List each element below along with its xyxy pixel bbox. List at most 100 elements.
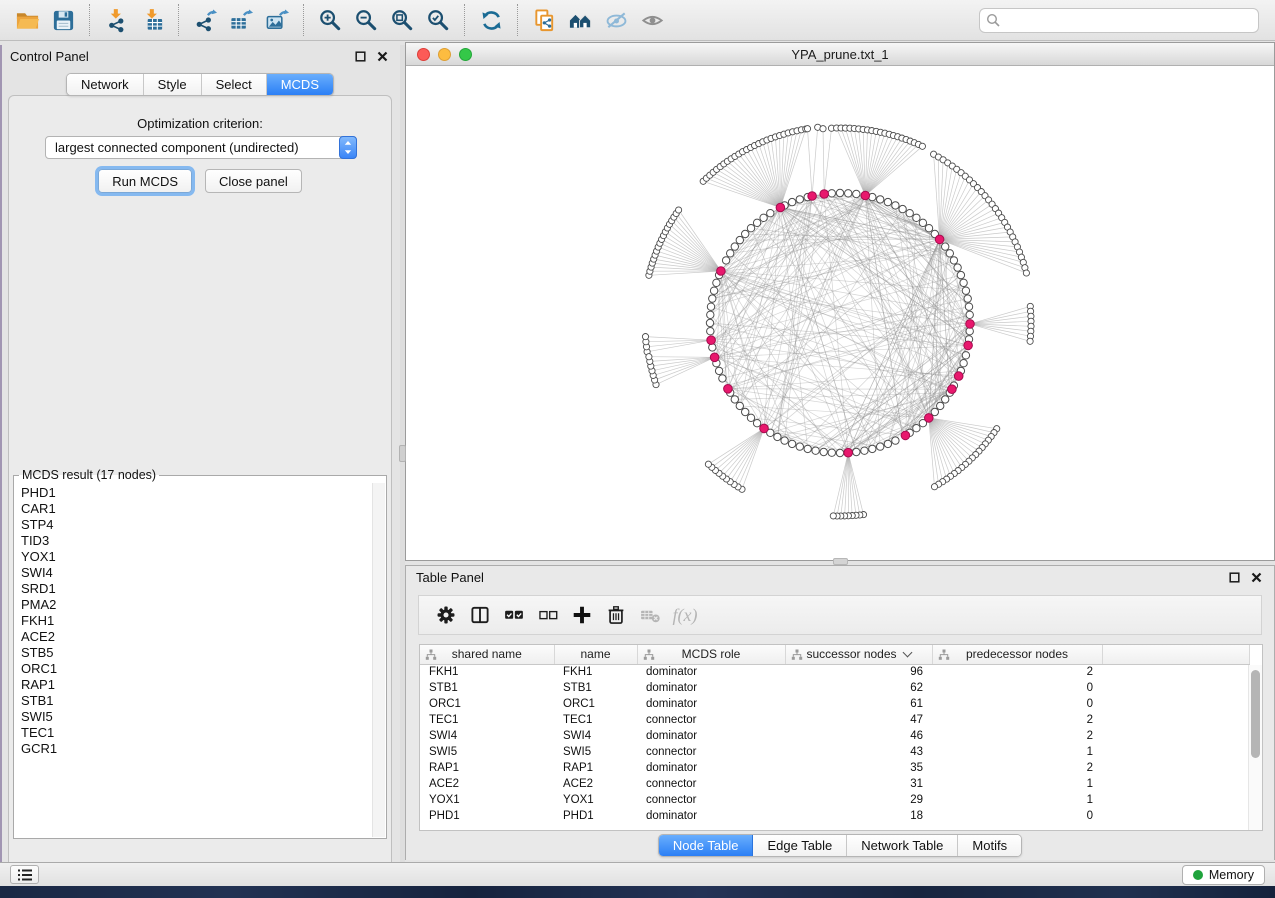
cell-shared_name[interactable]: TEC1: [420, 712, 554, 728]
column-header-successor-nodes[interactable]: successor nodes: [785, 645, 932, 664]
dominator-node[interactable]: [844, 448, 853, 457]
columns-button[interactable]: [463, 599, 497, 631]
chevron-down-icon[interactable]: [902, 648, 912, 658]
table-row[interactable]: STB1STB1dominator620: [420, 680, 1250, 696]
network-node[interactable]: [736, 236, 743, 243]
float-panel-button[interactable]: [352, 49, 368, 65]
table-row[interactable]: SWI4SWI4dominator462: [420, 728, 1250, 744]
cell-shared_name[interactable]: YOX1: [420, 792, 554, 808]
cell-successor_nodes[interactable]: 47: [785, 712, 932, 728]
import-network-button[interactable]: [98, 3, 134, 37]
network-node[interactable]: [747, 414, 754, 421]
cell-predecessor_nodes[interactable]: 1: [932, 792, 1102, 808]
cell-shared_name[interactable]: STB1: [420, 680, 554, 696]
network-node[interactable]: [707, 311, 714, 318]
column-header-predecessor-nodes[interactable]: predecessor nodes: [932, 645, 1102, 664]
network-node[interactable]: [781, 437, 788, 444]
dominator-node[interactable]: [901, 431, 910, 440]
table-panel-titlebar[interactable]: Table Panel: [406, 566, 1274, 589]
cell-predecessor_nodes[interactable]: 2: [932, 760, 1102, 776]
network-node[interactable]: [760, 214, 767, 221]
network-node[interactable]: [788, 440, 795, 447]
cell-predecessor_nodes[interactable]: 0: [932, 696, 1102, 712]
cell-predecessor_nodes[interactable]: 0: [932, 680, 1102, 696]
network-node[interactable]: [925, 225, 932, 232]
select-all-button[interactable]: [497, 599, 531, 631]
table-row[interactable]: SWI5SWI5connector431: [420, 744, 1250, 760]
network-node[interactable]: [877, 196, 884, 203]
zoom-fit-button[interactable]: [384, 3, 420, 37]
cell-name[interactable]: STB1: [554, 680, 637, 696]
dominator-node[interactable]: [808, 192, 817, 201]
network-node[interactable]: [884, 198, 891, 205]
dominator-node[interactable]: [724, 385, 733, 394]
dominator-node[interactable]: [760, 424, 769, 433]
network-node[interactable]: [906, 210, 913, 217]
network-node[interactable]: [942, 396, 949, 403]
mcds-result-item[interactable]: CAR1: [21, 501, 386, 517]
network-node[interactable]: [719, 375, 726, 382]
network-node[interactable]: [931, 484, 937, 490]
network-node[interactable]: [869, 445, 876, 452]
cell-name[interactable]: ACE2: [554, 776, 637, 792]
network-node[interactable]: [884, 440, 891, 447]
tab-network[interactable]: Network: [67, 74, 144, 95]
cell-mcds_role[interactable]: dominator: [637, 760, 785, 776]
mcds-result-item[interactable]: STP4: [21, 517, 386, 533]
table-row[interactable]: YOX1YOX1connector291: [420, 792, 1250, 808]
search-box[interactable]: [979, 8, 1259, 33]
float-table-panel-button[interactable]: [1226, 570, 1242, 586]
cell-predecessor_nodes[interactable]: 2: [932, 728, 1102, 744]
network-node[interactable]: [853, 448, 860, 455]
cell-predecessor_nodes[interactable]: 1: [932, 776, 1102, 792]
cell-predecessor_nodes[interactable]: 2: [932, 664, 1102, 680]
cell-name[interactable]: RAP1: [554, 760, 637, 776]
cell-successor_nodes[interactable]: 61: [785, 696, 932, 712]
export-image-button[interactable]: [259, 3, 295, 37]
table-row[interactable]: ORC1ORC1dominator610: [420, 696, 1250, 712]
cell-shared_name[interactable]: SWI4: [420, 728, 554, 744]
network-node[interactable]: [715, 367, 722, 374]
network-node[interactable]: [954, 264, 961, 271]
network-node[interactable]: [707, 328, 714, 335]
dominator-node[interactable]: [935, 235, 944, 244]
tab-network-table[interactable]: Network Table: [847, 835, 958, 856]
refresh-button[interactable]: [473, 3, 509, 37]
cell-shared_name[interactable]: PHD1: [420, 808, 554, 824]
cell-predecessor_nodes[interactable]: 2: [932, 712, 1102, 728]
network-node[interactable]: [828, 190, 835, 197]
minimize-window-icon[interactable]: [438, 48, 451, 61]
mcds-list-scrollbar[interactable]: [372, 483, 385, 837]
export-table-button[interactable]: [223, 3, 259, 37]
network-node[interactable]: [836, 189, 843, 196]
table-row[interactable]: TEC1TEC1connector472: [420, 712, 1250, 728]
network-node[interactable]: [877, 443, 884, 450]
network-node[interactable]: [913, 425, 920, 432]
network-node[interactable]: [853, 190, 860, 197]
network-node[interactable]: [727, 250, 734, 257]
network-node[interactable]: [707, 303, 714, 310]
table-scrollbar-thumb[interactable]: [1251, 670, 1260, 758]
optimization-criterion-select[interactable]: largest connected component (undirected): [45, 136, 357, 159]
network-node[interactable]: [788, 198, 795, 205]
cell-mcds_role[interactable]: connector: [637, 776, 785, 792]
network-node[interactable]: [942, 243, 949, 250]
cell-name[interactable]: TEC1: [554, 712, 637, 728]
network-node[interactable]: [1023, 270, 1029, 276]
column-header-name[interactable]: name: [554, 645, 637, 664]
network-node[interactable]: [913, 214, 920, 221]
memory-button[interactable]: Memory: [1182, 865, 1265, 885]
vertical-splitter-handle[interactable]: [399, 445, 406, 462]
network-node[interactable]: [709, 295, 716, 302]
network-node[interactable]: [892, 202, 899, 209]
cell-mcds_role[interactable]: dominator: [637, 680, 785, 696]
network-node[interactable]: [845, 190, 852, 197]
network-node[interactable]: [796, 196, 803, 203]
network-node[interactable]: [774, 433, 781, 440]
dominator-node[interactable]: [776, 203, 785, 212]
close-window-icon[interactable]: [417, 48, 430, 61]
clone-network-button[interactable]: [526, 3, 562, 37]
mcds-result-item[interactable]: PMA2: [21, 597, 386, 613]
network-node[interactable]: [836, 449, 843, 456]
mcds-result-item[interactable]: ACE2: [21, 629, 386, 645]
